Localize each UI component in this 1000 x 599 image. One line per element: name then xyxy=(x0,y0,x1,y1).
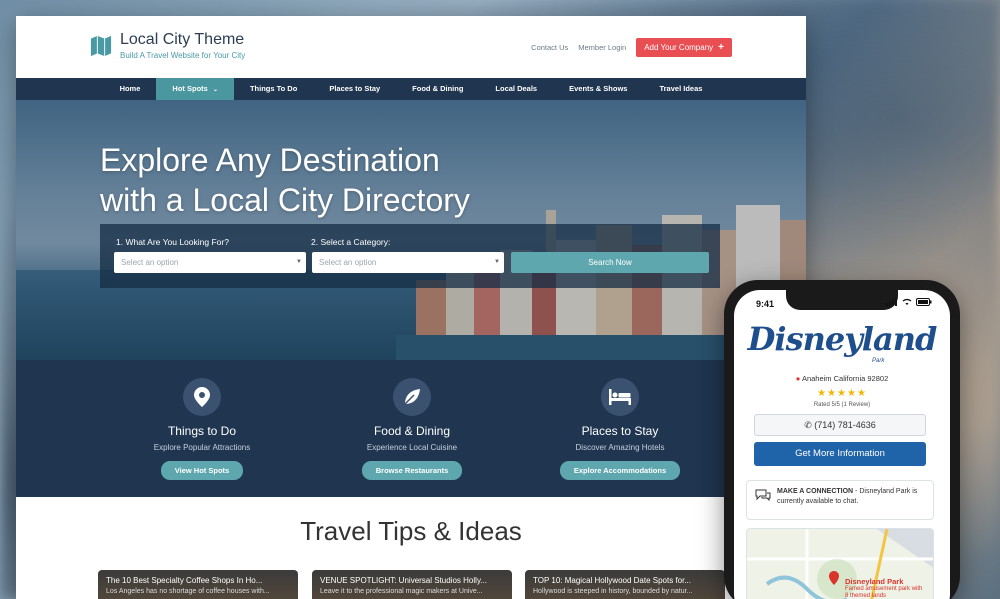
what-select[interactable]: Select an option ▼ xyxy=(114,252,306,273)
category-select-placeholder: Select an option xyxy=(319,258,377,267)
site-header: Local City Theme Build A Travel Website … xyxy=(16,16,806,78)
map-marker-icon xyxy=(829,571,839,585)
view-hot-spots-button[interactable]: View Hot Spots xyxy=(160,461,244,480)
tip-card-title: The 10 Best Specialty Coffee Shops In Ho… xyxy=(106,576,263,585)
features-section: Things to Do Explore Popular Attractions… xyxy=(16,360,806,497)
explore-accommodations-button[interactable]: Explore Accommodations xyxy=(559,461,681,480)
header-links: Contact Us Member Login Add Your Company… xyxy=(531,38,732,57)
tip-card[interactable]: TOP 10: Magical Hollywood Date Spots for… xyxy=(525,570,725,599)
search-label-1: 1. What Are You Looking For? xyxy=(116,237,229,247)
nav-item-home[interactable]: Home xyxy=(104,78,157,100)
add-company-button[interactable]: Add Your Company + xyxy=(636,38,732,57)
site-logo[interactable]: Local City Theme Build A Travel Website … xyxy=(90,31,245,60)
chat-icon xyxy=(755,489,771,501)
wifi-icon xyxy=(902,298,912,305)
get-more-info-button[interactable]: Get More Information xyxy=(754,442,926,466)
logo-title: Local City Theme xyxy=(120,31,245,48)
map-label: Disneyland Park xyxy=(845,577,904,586)
map-sub: Famed amusement park with 8 themed lands xyxy=(845,586,923,599)
nav-item-food-dining[interactable]: Food & Dining xyxy=(396,78,479,100)
hero-section: Explore Any Destination with a Local Cit… xyxy=(16,100,806,360)
phone-notch xyxy=(786,290,898,310)
search-panel: 1. What Are You Looking For? 2. Select a… xyxy=(100,224,720,288)
tip-card[interactable]: The 10 Best Specialty Coffee Shops In Ho… xyxy=(98,570,298,599)
feature-subtitle: Discover Amazing Hotels xyxy=(575,443,665,452)
battery-icon xyxy=(916,298,932,306)
nav-item-hot-spots-label: Hot Spots xyxy=(172,84,208,93)
feature-subtitle: Experience Local Cuisine xyxy=(366,443,458,452)
website-mockup: Local City Theme Build A Travel Website … xyxy=(16,16,806,599)
map-pin-icon xyxy=(183,378,221,416)
nav-item-travel-ideas[interactable]: Travel Ideas xyxy=(643,78,718,100)
caret-down-icon: ▼ xyxy=(296,259,302,265)
hero-title: Explore Any Destination with a Local Cit… xyxy=(100,140,550,220)
caret-down-icon: ▼ xyxy=(494,259,500,265)
category-select[interactable]: Select an option ▼ xyxy=(312,252,504,273)
search-now-button[interactable]: Search Now xyxy=(511,252,709,273)
phone-mockup: 9:41 Disneyland Park ● Anaheim Californi… xyxy=(724,280,960,599)
hero-title-line1: Explore Any Destination xyxy=(100,142,440,178)
plus-icon: + xyxy=(718,41,724,53)
feature-title: Things to Do xyxy=(167,424,237,438)
nav-item-things-to-do[interactable]: Things To Do xyxy=(234,78,313,100)
feature-subtitle: Explore Popular Attractions xyxy=(153,443,251,452)
feature-title: Places to Stay xyxy=(581,424,659,438)
bed-icon xyxy=(601,378,639,416)
listing-address-text: Anaheim California 92802 xyxy=(801,374,889,383)
feature-title: Food & Dining xyxy=(373,424,451,438)
rating-text: Rated 5/5 (1 Review) xyxy=(813,402,871,408)
phone-number: (714) 781-4636 xyxy=(814,420,876,430)
nav-item-events-shows[interactable]: Events & Shows xyxy=(553,78,643,100)
feature-things-to-do: Things to Do Explore Popular Attractions… xyxy=(102,378,302,480)
nav-item-hot-spots[interactable]: Hot Spots ⌄ xyxy=(156,78,234,100)
listing-logo: Disneyland xyxy=(747,320,938,358)
rating-stars: ★★★★★ xyxy=(817,388,867,399)
status-icons xyxy=(886,298,932,306)
logo-tagline: Build A Travel Website for Your City xyxy=(120,51,246,60)
status-time: 9:41 xyxy=(756,299,775,309)
search-label-2: 2. Select a Category: xyxy=(311,237,391,247)
connect-label: MAKE A CONNECTION xyxy=(777,488,854,495)
feature-places-to-stay: Places to Stay Discover Amazing Hotels E… xyxy=(520,378,720,480)
listing-address: ● Anaheim California 92802 xyxy=(734,374,950,383)
leaf-icon xyxy=(393,378,431,416)
feature-food-dining: Food & Dining Experience Local Cuisine B… xyxy=(312,378,512,480)
hero-title-line2: with a Local City Directory xyxy=(100,182,470,218)
main-nav: Home Hot Spots ⌄ Things To Do Places to … xyxy=(16,78,806,100)
contact-us-link[interactable]: Contact Us xyxy=(531,43,568,52)
call-button[interactable]: ✆ (714) 781-4636 xyxy=(754,414,926,436)
tip-card-text: Los Angeles has no shortage of coffee ho… xyxy=(106,588,270,595)
member-login-link[interactable]: Member Login xyxy=(578,43,626,52)
tip-card-title: VENUE SPOTLIGHT: Universal Studios Holly… xyxy=(320,576,488,585)
map-pin-icon: ● xyxy=(795,374,801,383)
phone-icon: ✆ xyxy=(804,420,812,430)
chevron-down-icon: ⌄ xyxy=(212,87,218,93)
location-map[interactable]: Disneyland Park Famed amusement park wit… xyxy=(746,528,934,599)
tips-title: Travel Tips & Ideas xyxy=(300,516,522,546)
phone-screen: 9:41 Disneyland Park ● Anaheim Californi… xyxy=(734,290,950,599)
what-select-placeholder: Select an option xyxy=(121,258,179,267)
listing-logo-sub: Park xyxy=(872,358,885,364)
add-company-label: Add Your Company xyxy=(644,43,714,52)
signal-icon xyxy=(886,298,897,306)
nav-item-places-to-stay[interactable]: Places to Stay xyxy=(313,78,396,100)
tip-card-title: TOP 10: Magical Hollywood Date Spots for… xyxy=(533,576,692,585)
tip-card-text: Leave it to the professional magic maker… xyxy=(320,588,483,595)
map-icon xyxy=(90,35,112,56)
browse-restaurants-button[interactable]: Browse Restaurants xyxy=(361,461,463,480)
tip-card-text: Hollywood is steeped in history, bounded… xyxy=(533,588,693,595)
nav-item-local-deals[interactable]: Local Deals xyxy=(479,78,553,100)
tip-card[interactable]: VENUE SPOTLIGHT: Universal Studios Holly… xyxy=(312,570,512,599)
connect-box[interactable]: MAKE A CONNECTION - Disneyland Park is c… xyxy=(746,480,934,520)
